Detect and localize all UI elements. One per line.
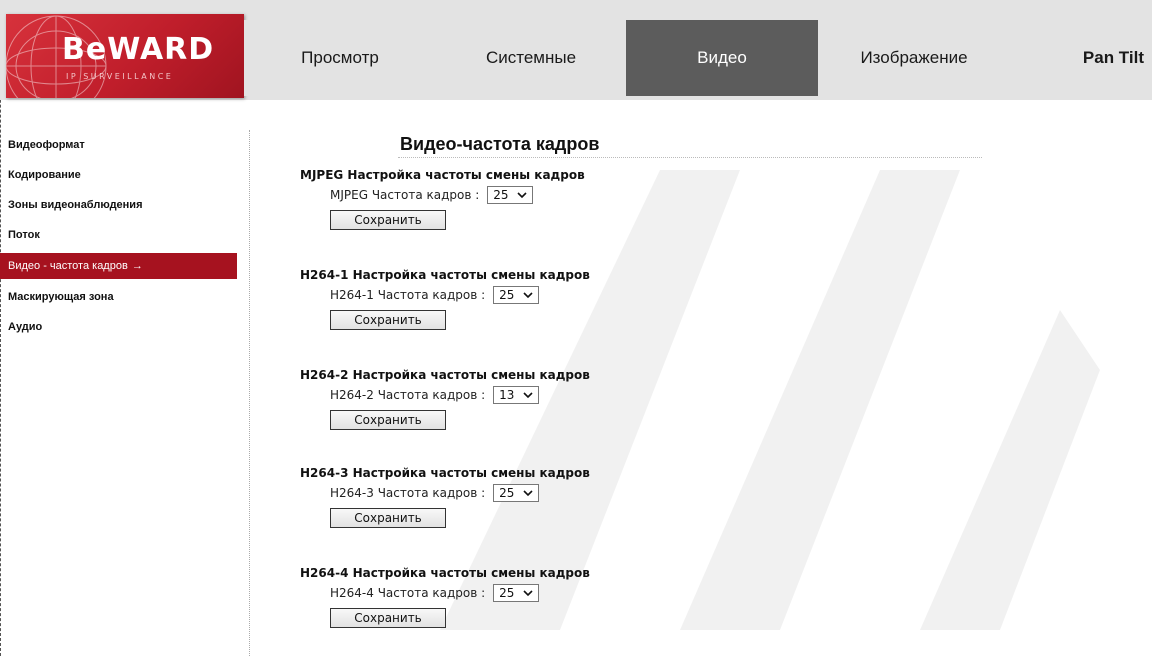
- sidebar-item-frame-rate[interactable]: Видео - частота кадров →: [0, 253, 237, 279]
- frame-rate-row: H264-4 Частота кадров : 25: [330, 582, 800, 604]
- chevron-down-icon: [522, 389, 534, 404]
- tab-image[interactable]: Изображение: [818, 20, 1010, 96]
- chevron-down-icon: [516, 189, 528, 204]
- save-button[interactable]: Сохранить: [330, 508, 446, 528]
- select-value: 13: [499, 388, 515, 402]
- page-title: Видео-частота кадров: [400, 134, 600, 154]
- frame-rate-section: H264-1 Настройка частоты смены кадров H2…: [300, 266, 800, 330]
- frame-rate-section: MJPEG Настройка частоты смены кадров MJP…: [300, 166, 800, 230]
- brand-tagline: IP SURVEILLANCE: [66, 72, 174, 81]
- section-heading: H264-1 Настройка частоты смены кадров: [300, 268, 590, 282]
- frame-rate-label: H264-1 Частота кадров :: [330, 288, 486, 302]
- sidebar-item-surveillance-zones[interactable]: Зоны видеонаблюдения: [0, 190, 248, 220]
- frame-rate-label: MJPEG Частота кадров :: [330, 188, 480, 202]
- main-tabs: Просмотр Системные Видео Изображение Pan…: [244, 20, 1152, 96]
- frame-rate-label: H264-4 Частота кадров :: [330, 586, 486, 600]
- tab-pan-tilt[interactable]: Pan Tilt: [1010, 20, 1152, 96]
- frame-rate-row: H264-2 Частота кадров : 13: [330, 384, 800, 406]
- arrow-right-icon: →: [131, 260, 143, 272]
- select-value: 25: [499, 586, 515, 600]
- section-heading: H264-2 Настройка частоты смены кадров: [300, 368, 590, 382]
- tab-system[interactable]: Системные: [436, 20, 626, 96]
- select-value: 25: [499, 486, 515, 500]
- sidebar: Видеоформат Кодирование Зоны видеонаблюд…: [0, 130, 248, 342]
- select-value: 25: [493, 188, 509, 202]
- section-heading: H264-3 Настройка частоты смены кадров: [300, 466, 590, 480]
- h264-2-frame-rate-select[interactable]: 13: [493, 386, 540, 404]
- top-header: BeWARD IP SURVEILLANCE Просмотр Системны…: [0, 0, 1152, 100]
- frame-rate-label: H264-2 Частота кадров :: [330, 388, 486, 402]
- h264-3-frame-rate-select[interactable]: 25: [493, 484, 540, 502]
- frame-rate-section: H264-2 Настройка частоты смены кадров H2…: [300, 366, 800, 430]
- chevron-down-icon: [522, 587, 534, 602]
- section-heading: MJPEG Настройка частоты смены кадров: [300, 168, 585, 182]
- frame-rate-section: H264-4 Настройка частоты смены кадров H2…: [300, 564, 800, 628]
- h264-4-frame-rate-select[interactable]: 25: [493, 584, 540, 602]
- sidebar-item-stream[interactable]: Поток: [0, 220, 248, 250]
- save-button[interactable]: Сохранить: [330, 310, 446, 330]
- save-button[interactable]: Сохранить: [330, 410, 446, 430]
- save-button[interactable]: Сохранить: [330, 608, 446, 628]
- section-heading: H264-4 Настройка частоты смены кадров: [300, 566, 590, 580]
- sidebar-item-audio[interactable]: Аудио: [0, 312, 248, 342]
- frame-rate-row: H264-1 Частота кадров : 25: [330, 284, 800, 306]
- sidebar-item-mask-zone[interactable]: Маскирующая зона: [0, 282, 248, 312]
- sidebar-item-encoding[interactable]: Кодирование: [0, 160, 248, 190]
- sidebar-item-video-format[interactable]: Видеоформат: [0, 130, 248, 160]
- tab-view[interactable]: Просмотр: [244, 20, 436, 96]
- frame-rate-row: MJPEG Частота кадров : 25: [330, 184, 800, 206]
- h264-1-frame-rate-select[interactable]: 25: [493, 286, 540, 304]
- sidebar-item-label: Видео - частота кадров: [8, 260, 128, 272]
- chevron-down-icon: [522, 289, 534, 304]
- chevron-down-icon: [522, 487, 534, 502]
- brand-name: BeWARD: [62, 32, 215, 67]
- select-value: 25: [499, 288, 515, 302]
- mjpeg-frame-rate-select[interactable]: 25: [487, 186, 534, 204]
- tab-video[interactable]: Видео: [626, 20, 818, 96]
- brand-logo[interactable]: BeWARD IP SURVEILLANCE: [6, 14, 244, 98]
- sidebar-divider: [249, 130, 250, 656]
- frame-rate-row: H264-3 Частота кадров : 25: [330, 482, 800, 504]
- frame-rate-label: H264-3 Частота кадров :: [330, 486, 486, 500]
- title-divider: [398, 157, 982, 158]
- save-button[interactable]: Сохранить: [330, 210, 446, 230]
- frame-rate-section: H264-3 Настройка частоты смены кадров H2…: [300, 464, 800, 528]
